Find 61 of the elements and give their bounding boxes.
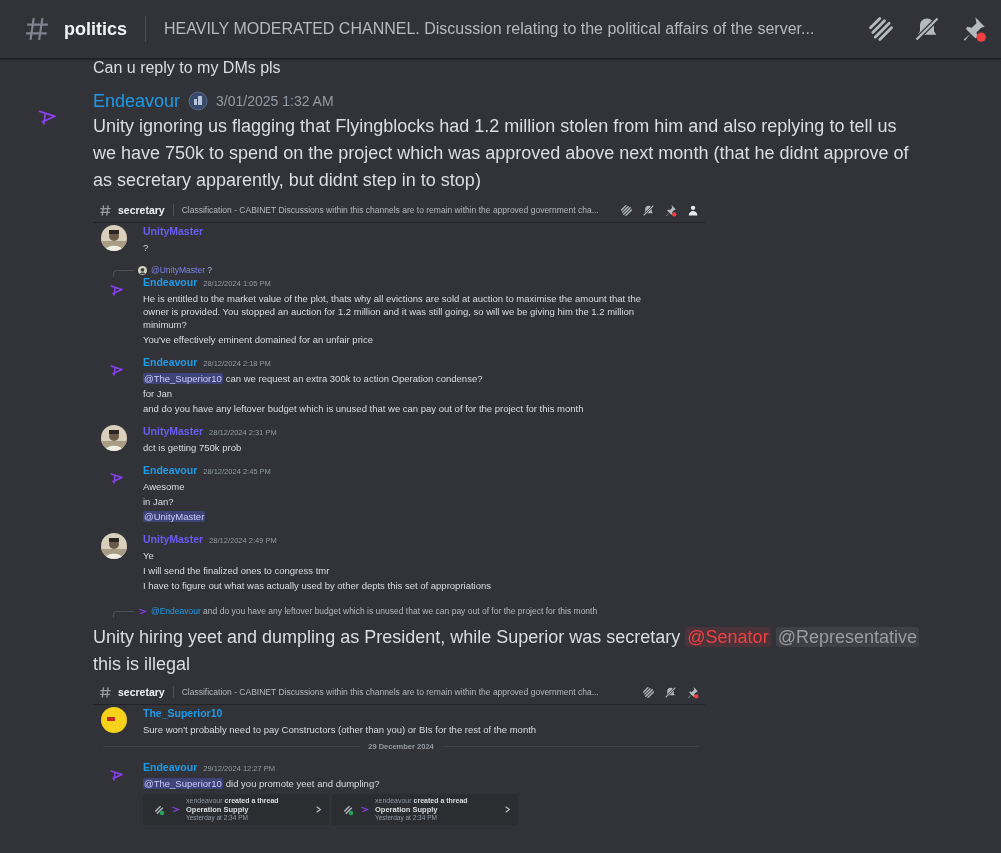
author-name: Endeavour	[143, 464, 198, 476]
mention[interactable]: @Senator	[685, 627, 771, 647]
message-text: in Jan?	[143, 495, 175, 508]
chevron-icon	[503, 805, 512, 815]
author-name: UnityMaster	[143, 225, 204, 237]
mention: @The_Superior10	[143, 778, 223, 789]
channel-name: politics	[64, 18, 127, 40]
message-text: dct is getting 750k prob	[143, 441, 243, 454]
author-name: Endeavour	[143, 761, 198, 773]
author-name: Endeavour	[143, 356, 198, 368]
message-text: Can u reply to my DMs pls	[92, 59, 282, 77]
message-text: Sure won't probably need to pay Constructors (other than you) or BIs for the rest of the month	[143, 723, 538, 736]
mention: @UnityMaster	[143, 511, 206, 522]
reply-preview: @Endeavour and do you have any leftover budget which is unused that we can pay out of for the project for this month	[151, 606, 598, 616]
threads-icon[interactable]	[867, 15, 895, 43]
message-text: He is entitled to the market value of the plot, thats why all evictions are sold at auction to maximise the amount that the owner is provided. You stopped an auction for 1.2 million and it was still going, so will we be giving him the 1.2 million minimum?	[143, 292, 642, 331]
pin-icon	[664, 203, 677, 217]
mention[interactable]: @Representative	[775, 627, 919, 647]
pin-icon	[686, 685, 699, 699]
members-icon	[686, 203, 699, 217]
message-text: Awesome	[143, 480, 186, 493]
channel-name: secretary	[118, 686, 165, 698]
message-text: and do you have any leftover budget which is unused that we can pay out of for the project for this month	[143, 402, 585, 415]
hash-icon	[99, 685, 112, 699]
avatar-icon	[101, 707, 127, 733]
author-name: UnityMaster	[143, 425, 204, 437]
threads-icon	[642, 685, 655, 699]
author-name: The_Superior10	[143, 707, 223, 719]
channel-topic: Classification - CABINET Discussions within this channels are to remain within the approved government cha...	[181, 687, 600, 697]
message-text: Unity hiring yeet and dumpling as President, while Superior was secretary @Senator @Representative this is illegal	[93, 626, 920, 676]
arrow-avatar-icon	[171, 805, 180, 815]
mute-icon	[642, 203, 655, 217]
message-text: I will send the finalized ones to congress tmr	[143, 564, 331, 577]
role-badge-icon	[188, 91, 209, 111]
message-text: ?	[143, 241, 150, 254]
message-text: I have to figure out what was actually used by other depts this set of appropriations	[143, 579, 492, 592]
timestamp: 3/01/2025 1:32 AM	[216, 93, 334, 109]
message-text: can we request an extra 300k to action Operation condense?	[225, 373, 483, 384]
mute-icon[interactable]	[913, 15, 941, 43]
hash-icon	[24, 16, 50, 42]
channel-name: secretary	[118, 204, 165, 216]
message-text: You've effectively eminent domained for an unfair price	[143, 333, 374, 346]
threads-icon	[153, 803, 165, 816]
channel-topic: Classification - CABINET Discussions within this channels are to remain within the approved government cha...	[181, 205, 600, 215]
threads-icon	[620, 203, 633, 217]
message-text: Unity ignoring us flagging that Flyingblocks had 1.2 million stolen from him and also replying to tell us we have 750k to spend on the project which was approved above next month (that he didnt approve of as secretary apparently, but didnt step in to stop)	[93, 115, 910, 192]
channel-topic: HEAVILY MODERATED CHANNEL. Discussion relating to the political affairs of the server...	[164, 20, 816, 38]
message-text: did you promote yeet and dumpling?	[225, 778, 380, 789]
arrow-avatar-icon	[138, 606, 147, 616]
author-name[interactable]: Endeavour	[93, 90, 181, 112]
chevron-icon	[314, 805, 323, 815]
mute-icon	[664, 685, 677, 699]
arrow-avatar-icon	[360, 805, 369, 815]
author-name: Endeavour	[143, 276, 198, 288]
author-name: UnityMaster	[143, 533, 204, 545]
message-text: for Jan	[143, 387, 174, 400]
hash-icon	[99, 203, 112, 217]
threads-icon	[342, 803, 354, 816]
mention: @The_Superior10	[143, 373, 223, 384]
message-text: Ye	[143, 549, 155, 562]
reply-preview: @UnityMaster ?	[151, 265, 213, 275]
